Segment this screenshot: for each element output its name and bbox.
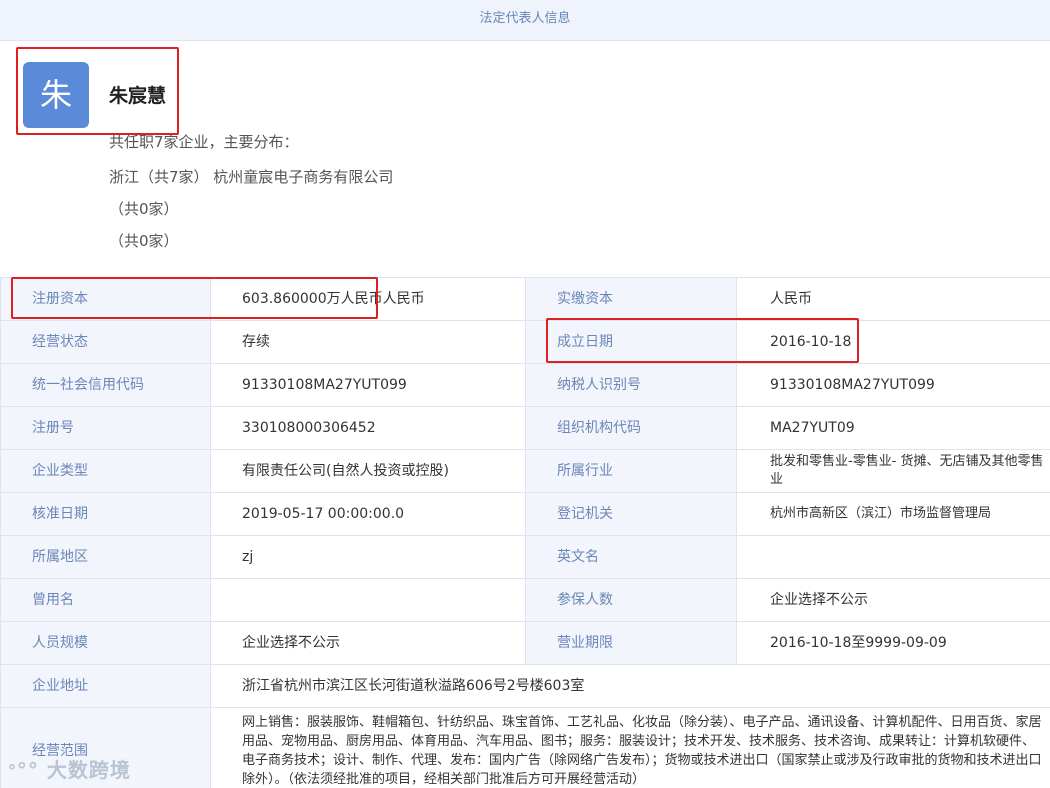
- field-label: 企业类型: [0, 449, 211, 493]
- field-value: 2019-05-17 00:00:00.0: [210, 492, 526, 536]
- address-value: 浙江省杭州市滨江区长河街道秋溢路606号2号楼603室: [210, 664, 1050, 708]
- person-summary: 共任职7家企业，主要分布：: [109, 133, 299, 151]
- field-label: 曾用名: [0, 578, 211, 622]
- field-value: MA27YUT09: [736, 406, 1050, 450]
- field-label: 企业地址: [0, 664, 211, 708]
- field-label: 英文名: [525, 535, 737, 579]
- table-row: 统一社会信用代码 91330108MA27YUT099 纳税人识别号 91330…: [0, 363, 1050, 407]
- field-value: 2016-10-18: [736, 320, 1050, 364]
- company-info-table: 注册资本 603.860000万人民币人民币 实缴资本 人民币 经营状态 存续 …: [0, 277, 1050, 788]
- person-name[interactable]: 朱宸慧: [109, 81, 166, 108]
- table-row: 注册资本 603.860000万人民币人民币 实缴资本 人民币: [0, 277, 1050, 321]
- field-value: 2016-10-18至9999-09-09: [736, 621, 1050, 665]
- distribution-item: （共0家）: [109, 200, 179, 218]
- watermark-icon: ᐤ°°: [8, 758, 47, 782]
- field-value: 330108000306452: [210, 406, 526, 450]
- table-row: 人员规模 企业选择不公示 营业期限 2016-10-18至9999-09-09: [0, 621, 1050, 665]
- field-label: 经营状态: [0, 320, 211, 364]
- field-label: 注册号: [0, 406, 211, 450]
- field-label: 登记机关: [525, 492, 737, 536]
- field-label: 所属行业: [525, 449, 737, 493]
- table-row: 注册号 330108000306452 组织机构代码 MA27YUT09: [0, 406, 1050, 450]
- business-scope-value: 网上销售：服装服饰、鞋帽箱包、针纺织品、珠宝首饰、工艺礼品、化妆品（除分装）、电…: [210, 707, 1050, 788]
- field-value: 91330108MA27YUT099: [736, 363, 1050, 407]
- field-label: 人员规模: [0, 621, 211, 665]
- field-value: 企业选择不公示: [210, 621, 526, 665]
- field-label: 所属地区: [0, 535, 211, 579]
- avatar: 朱: [23, 62, 89, 128]
- field-label: 组织机构代码: [525, 406, 737, 450]
- table-row: 经营范围 网上销售：服装服饰、鞋帽箱包、针纺织品、珠宝首饰、工艺礼品、化妆品（除…: [0, 707, 1050, 788]
- field-label: 成立日期: [525, 320, 737, 364]
- field-label: 实缴资本: [525, 277, 737, 321]
- field-value: zj: [210, 535, 526, 579]
- table-row: 曾用名 参保人数 企业选择不公示: [0, 578, 1050, 622]
- watermark-text: 大数跨境: [46, 758, 131, 782]
- field-value: 企业选择不公示: [736, 578, 1050, 622]
- field-value: 存续: [210, 320, 526, 364]
- field-value: 603.860000万人民币人民币: [210, 277, 526, 321]
- distribution-item: （共0家）: [109, 232, 179, 250]
- table-row: 所属地区 zj 英文名: [0, 535, 1050, 579]
- distribution-item[interactable]: 浙江（共7家） 杭州童宸电子商务有限公司: [109, 166, 393, 187]
- field-value: [736, 535, 1050, 579]
- field-label: 参保人数: [525, 578, 737, 622]
- field-value: 人民币: [736, 277, 1050, 321]
- field-value: 批发和零售业-零售业- 货摊、无店铺及其他零售业: [736, 449, 1050, 493]
- field-label: 营业期限: [525, 621, 737, 665]
- field-value: 杭州市高新区（滨江）市场监督管理局: [736, 492, 1050, 536]
- table-row: 经营状态 存续 成立日期 2016-10-18: [0, 320, 1050, 364]
- field-label: 纳税人识别号: [525, 363, 737, 407]
- field-label: 统一社会信用代码: [0, 363, 211, 407]
- table-row: 企业类型 有限责任公司(自然人投资或控股) 所属行业 批发和零售业-零售业- 货…: [0, 449, 1050, 493]
- section-title: 法定代表人信息: [0, 0, 1050, 41]
- watermark-logo: ᐤ°° 大数跨境: [8, 754, 131, 783]
- field-label: 注册资本: [0, 277, 211, 321]
- field-value: 91330108MA27YUT099: [210, 363, 526, 407]
- field-value: [210, 578, 526, 622]
- table-row: 核准日期 2019-05-17 00:00:00.0 登记机关 杭州市高新区（滨…: [0, 492, 1050, 536]
- table-row: 企业地址 浙江省杭州市滨江区长河街道秋溢路606号2号楼603室: [0, 664, 1050, 708]
- field-value: 有限责任公司(自然人投资或控股): [210, 449, 526, 493]
- field-label: 核准日期: [0, 492, 211, 536]
